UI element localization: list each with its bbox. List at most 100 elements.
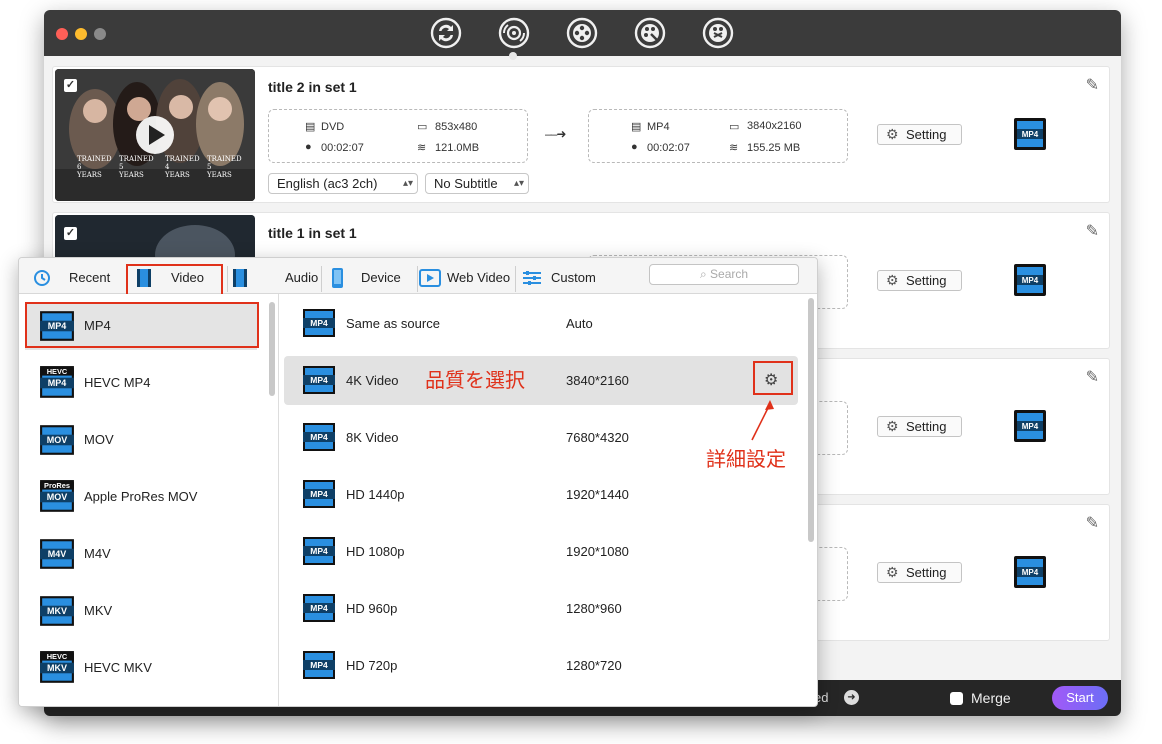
mov-format-icon: MOV ProRes [40, 480, 74, 512]
svg-text:HEVC: HEVC [47, 367, 68, 376]
tab-label: Custom [551, 270, 596, 285]
gear-icon[interactable]: ⚙ [764, 370, 778, 390]
open-folder-arrow-icon[interactable]: ➜ [844, 690, 859, 705]
tab-divider [417, 266, 418, 292]
details-annotation: 詳細設定 [706, 447, 786, 471]
format-item[interactable]: MKV HEVC HEVC MKV [25, 644, 257, 692]
mp4-format-icon[interactable]: MP4 [1013, 409, 1047, 443]
format-item[interactable]: MP4 HEVC HEVC MP4 [25, 359, 257, 407]
close-window-button[interactable] [56, 28, 68, 40]
setting-button[interactable]: ⚙ Setting [877, 562, 962, 583]
svg-text:MP4: MP4 [310, 546, 328, 556]
subtitle-select[interactable]: No Subtitle ▴▾ [425, 173, 529, 194]
format-item[interactable]: M4V M4V [25, 530, 257, 578]
mp4-format-icon: MP4 [303, 537, 335, 565]
select-arrows-icon: ▴▾ [513, 178, 524, 189]
video-tab-highlight [126, 264, 223, 296]
tab-divider [227, 266, 228, 292]
target-info-box[interactable]: ▤ MP4 ● 00:02:07 ▭ 3840x2160 ≋ 155.25 MB [588, 109, 848, 163]
source-info-box: ▤ DVD ● 00:02:07 ▭ 853x480 ≋ 121.0MB [268, 109, 528, 163]
quality-name: HD 720p [346, 658, 398, 673]
monitor-icon: ▭ [729, 121, 740, 133]
thumb-caption: TRAINED 4 YEARS [165, 155, 200, 179]
format-item[interactable]: MOV ProRes Apple ProRes MOV [25, 473, 257, 521]
tab-device[interactable]: Device [327, 265, 417, 291]
edit-pencil-icon[interactable]: ✎ [1086, 75, 1099, 95]
zoom-window-button[interactable] [94, 28, 106, 40]
format-item[interactable]: MOV MOV [25, 416, 257, 464]
tab-web-video[interactable]: Web Video [419, 265, 515, 291]
mp4-format-icon: MP4 [303, 423, 335, 451]
start-button[interactable]: Start [1052, 686, 1108, 710]
quality-item[interactable]: MP4 HD 960p 1280*960 [284, 584, 798, 633]
edit-pencil-icon[interactable]: ✎ [1086, 221, 1099, 241]
select-checkbox[interactable]: ✓ [64, 227, 77, 240]
tab-recent[interactable]: Recent [31, 265, 131, 291]
quality-item[interactable]: MP4 4K Video 3840*2160 [284, 356, 798, 405]
tab-audio[interactable]: Audio [229, 265, 325, 291]
format-list: MP4 MP4 MP4 HEVC HEVC MP4 MOV MOV MOV ProRes Appl… [19, 294, 279, 706]
quality-name: 4K Video [346, 373, 399, 388]
mkv-format-icon: MKV [40, 596, 74, 626]
format-item[interactable]: MKV MKV [25, 587, 257, 635]
svg-text:MP4: MP4 [1022, 422, 1039, 431]
svg-text:MP4: MP4 [310, 489, 328, 499]
tab-custom[interactable]: Custom [521, 265, 611, 291]
thumb-caption: TRAINED 5 YEARS [119, 155, 154, 179]
quality-item[interactable]: MP4 Same as source Auto [284, 299, 798, 348]
target-size: 155.25 MB [747, 142, 801, 154]
svg-text:MP4: MP4 [48, 378, 67, 388]
format-label: HEVC MKV [84, 660, 152, 675]
source-size: 121.0MB [435, 142, 480, 154]
merge-label: Merge [971, 690, 1011, 706]
video-tool-icon[interactable] [702, 17, 734, 49]
quality-name: HD 1080p [346, 544, 405, 559]
quality-resolution: 1280*720 [566, 658, 622, 673]
mp4-format-icon[interactable]: MP4 [1013, 555, 1047, 589]
mp4-format-icon[interactable]: MP4 [1013, 117, 1047, 151]
quality-name: HD 960p [346, 601, 398, 616]
edit-pencil-icon[interactable]: ✎ [1086, 513, 1099, 533]
quality-item[interactable]: MP4 HD 720p 1280*720 [284, 641, 798, 690]
gear-icon: ⚙ [886, 272, 899, 288]
video-edit-icon[interactable] [634, 17, 666, 49]
phone-icon [332, 268, 343, 288]
clock-icon: ● [631, 141, 638, 153]
format-scrollbar[interactable] [269, 302, 275, 396]
rip-icon[interactable] [498, 17, 530, 49]
video-thumbnail[interactable]: TRAINED 6 YEARS TRAINED 5 YEARS TRAINED … [55, 69, 255, 201]
select-checkbox[interactable]: ✓ [64, 79, 77, 92]
edit-pencil-icon[interactable]: ✎ [1086, 367, 1099, 387]
quality-resolution: 3840*2160 [566, 373, 629, 388]
quality-item[interactable]: MP4 HD 1440p 1920*1440 [284, 470, 798, 519]
thumb-caption: TRAINED 5 YEARS [207, 155, 242, 179]
setting-button[interactable]: ⚙ Setting [877, 270, 962, 291]
quality-scrollbar[interactable] [808, 298, 814, 542]
audio-track-select[interactable]: English (ac3 2ch) ▴▾ [268, 173, 418, 194]
merge-checkbox[interactable] [950, 692, 963, 705]
setting-button[interactable]: ⚙ Setting [877, 124, 962, 145]
convert-arrow-icon: ‒‒➜ [545, 127, 566, 141]
mkv-format-icon: MKV HEVC [40, 651, 74, 683]
recent-icon [34, 270, 50, 286]
minimize-window-button[interactable] [75, 28, 87, 40]
quality-resolution: 1920*1080 [566, 544, 629, 559]
quality-item[interactable]: MP4 HD 1080p 1920*1080 [284, 527, 798, 576]
setting-button[interactable]: ⚙ Setting [877, 416, 962, 437]
svg-text:MP4: MP4 [310, 603, 328, 613]
svg-text:MP4: MP4 [310, 432, 328, 442]
screenshot-stage: TRAINED 6 YEARS TRAINED 5 YEARS TRAINED … [0, 0, 1162, 744]
svg-text:M4V: M4V [48, 549, 67, 559]
video-reel-icon[interactable] [566, 17, 598, 49]
setting-label: Setting [906, 127, 947, 142]
row-title: title 1 in set 1 [268, 225, 357, 241]
mp4-format-icon: MP4 [303, 594, 335, 622]
mp4-selection-highlight [25, 302, 259, 348]
quality-resolution: 1280*960 [566, 601, 622, 616]
convert-icon[interactable] [430, 17, 462, 49]
svg-text:MOV: MOV [47, 435, 68, 445]
clock-icon: ● [305, 141, 312, 153]
mp4-format-icon[interactable]: MP4 [1013, 263, 1047, 297]
thumbnail-image [55, 69, 255, 201]
search-input[interactable]: ⌕ Search [649, 264, 799, 285]
